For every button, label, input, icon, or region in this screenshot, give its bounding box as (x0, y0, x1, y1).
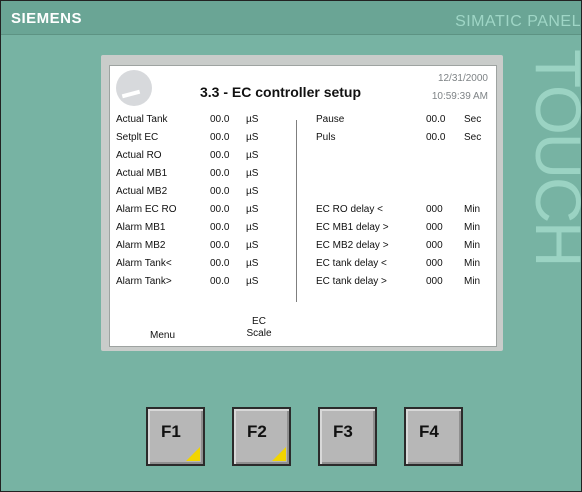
display-screen: 3.3 - EC controller setup 12/31/2000 10:… (109, 65, 497, 347)
param-value[interactable]: 00.0 (210, 204, 229, 215)
softkey-menu[interactable]: Menu (150, 330, 175, 342)
param-value[interactable]: 00.0 (210, 132, 229, 143)
param-value[interactable]: 00.0 (210, 240, 229, 251)
param-right-unit: Min (464, 204, 481, 215)
param-label: Actual MB2 (116, 186, 168, 197)
param-value[interactable]: 00.0 (210, 222, 229, 233)
datetime-display: 12/31/2000 10:59:39 AM (432, 70, 488, 106)
param-unit: µS (246, 240, 259, 251)
softkey-ec-scale[interactable]: EC Scale (242, 316, 276, 340)
param-right-value[interactable]: 000 (426, 222, 443, 233)
hmi-panel: SIEMENS SIMATIC PANEL TOUCH 3.3 - EC con… (0, 0, 582, 492)
panel-model: SIMATIC PANEL (455, 13, 581, 30)
param-right-label: EC MB1 delay > (316, 222, 389, 233)
param-label: Alarm MB2 (116, 240, 166, 251)
param-label: Actual MB1 (116, 168, 168, 179)
date-text: 12/31/2000 (437, 73, 488, 84)
param-label: Actual Tank (116, 114, 168, 125)
param-value[interactable]: 00.0 (210, 276, 229, 287)
param-unit: µS (246, 186, 259, 197)
softkey-ec-scale-line1: EC (252, 316, 266, 327)
f4-label: F4 (419, 422, 439, 441)
page-title: 3.3 - EC controller setup (200, 84, 362, 100)
param-value[interactable]: 00.0 (210, 168, 229, 179)
param-right-label: Pause (316, 114, 345, 125)
param-right-label: EC RO delay < (316, 204, 383, 215)
f2-button[interactable]: F2 (232, 407, 291, 466)
f1-button[interactable]: F1 (146, 407, 205, 466)
param-label: Actual RO (116, 150, 162, 161)
param-unit: µS (246, 258, 259, 269)
f4-button[interactable]: F4 (404, 407, 463, 466)
param-unit: µS (246, 222, 259, 233)
param-right-value[interactable]: 000 (426, 258, 443, 269)
column-divider (296, 120, 297, 302)
param-right-value[interactable]: 00.0 (426, 132, 445, 143)
f2-label: F2 (247, 422, 267, 441)
param-right-unit: Min (464, 240, 481, 251)
param-right-unit: Min (464, 258, 481, 269)
param-value[interactable]: 00.0 (210, 186, 229, 197)
logo-icon (116, 70, 152, 106)
param-right-value[interactable]: 000 (426, 276, 443, 287)
param-label: Alarm MB1 (116, 222, 166, 233)
param-value[interactable]: 00.0 (210, 114, 229, 125)
time-text: 10:59:39 AM (431, 91, 488, 102)
param-label: Alarm Tank< (116, 258, 172, 269)
param-label: Alarm EC RO (116, 204, 177, 215)
panel-header: SIEMENS SIMATIC PANEL (1, 1, 581, 35)
f3-label: F3 (333, 422, 353, 441)
brand-logo: SIEMENS (11, 10, 83, 27)
f1-label: F1 (161, 422, 181, 441)
param-right-value[interactable]: 00.0 (426, 114, 445, 125)
param-label: Alarm Tank> (116, 276, 172, 287)
softkey-ec-scale-line2: Scale (246, 328, 272, 339)
param-right-label: EC tank delay < (316, 258, 387, 269)
param-unit: µS (246, 132, 259, 143)
param-right-unit: Sec (464, 132, 482, 143)
param-right-value[interactable]: 000 (426, 204, 443, 215)
param-right-unit: Min (464, 276, 481, 287)
param-right-unit: Min (464, 222, 481, 233)
param-right-value[interactable]: 000 (426, 240, 443, 251)
param-value[interactable]: 00.0 (210, 258, 229, 269)
corner-marker-icon (272, 447, 286, 461)
param-unit: µS (246, 276, 259, 287)
corner-marker-icon (186, 447, 200, 461)
param-unit: µS (246, 204, 259, 215)
param-value[interactable]: 00.0 (210, 150, 229, 161)
param-right-label: EC MB2 delay > (316, 240, 389, 251)
param-right-label: EC tank delay > (316, 276, 387, 287)
param-unit: µS (246, 150, 259, 161)
touch-label: TOUCH (522, 49, 582, 266)
f3-button[interactable]: F3 (318, 407, 377, 466)
param-label: Setplt EC (116, 132, 159, 143)
param-right-label: Puls (316, 132, 336, 143)
param-unit: µS (246, 168, 259, 179)
param-right-unit: Sec (464, 114, 482, 125)
param-unit: µS (246, 114, 259, 125)
